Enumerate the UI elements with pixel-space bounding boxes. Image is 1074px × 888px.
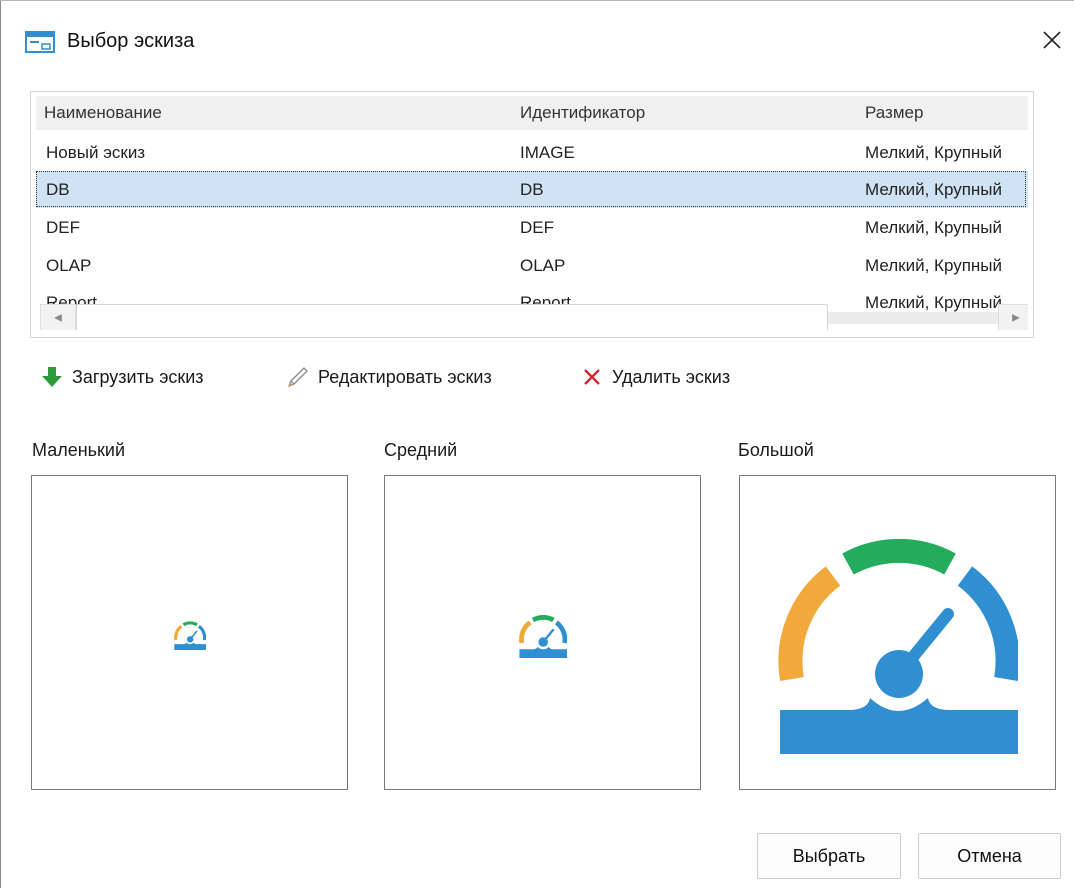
edit-sketch-label: Редактировать эскиз [318, 366, 492, 387]
select-button[interactable]: Выбрать [757, 833, 901, 879]
cell-name: DEF [46, 218, 80, 237]
pencil-icon [288, 367, 308, 387]
load-sketch-label: Загрузить эскиз [72, 366, 204, 387]
delete-sketch-button[interactable]: Удалить эскиз [580, 362, 730, 392]
scroll-left-button[interactable]: ◀ [40, 304, 76, 330]
table-row-selected[interactable]: DB DB Мелкий, Крупный [36, 171, 1028, 208]
cancel-button[interactable]: Отмена [918, 833, 1061, 879]
cell-identifier: OLAP [520, 256, 566, 275]
horizontal-scrollbar-thumb[interactable] [76, 304, 828, 330]
table-row[interactable]: Новый эскиз IMAGE Мелкий, Крупный [36, 134, 1028, 171]
cell-size: Мелкий, Крупный [865, 180, 1003, 199]
window-icon [25, 31, 55, 53]
cell-size: Мелкий, Крупный [865, 256, 1003, 275]
cell-identifier: DEF [520, 218, 554, 237]
cell-name: OLAP [46, 256, 92, 275]
close-icon[interactable] [1040, 28, 1064, 52]
column-header-name[interactable]: Наименование [44, 103, 162, 123]
table-row[interactable]: OLAP OLAP Мелкий, Крупный [36, 247, 1028, 284]
delete-sketch-label: Удалить эскиз [612, 366, 731, 387]
small-preview-label: Маленький [32, 440, 126, 460]
cell-size: Мелкий, Крупный [865, 143, 1003, 162]
chevron-right-icon: ▶ [1012, 312, 1020, 324]
large-preview-label: Большой [738, 440, 814, 460]
medium-preview-label: Средний [384, 440, 458, 460]
cell-size: Мелкий, Крупный [865, 218, 1003, 237]
chevron-left-icon: ◀ [54, 312, 62, 324]
cell-identifier: IMAGE [520, 143, 575, 162]
table-header: Наименование Идентификатор Размер [36, 96, 1028, 130]
cell-name: Новый эскиз [46, 143, 146, 162]
horizontal-scrollbar-track[interactable] [828, 312, 998, 324]
title-bar: Выбор эскиза [0, 0, 1074, 80]
window-title: Выбор эскиза [67, 30, 195, 52]
scroll-right-button[interactable]: ▶ [998, 304, 1028, 330]
edit-sketch-button[interactable]: Редактировать эскиз [286, 362, 492, 392]
speedometer-icon [174, 621, 206, 650]
speedometer-icon [519, 614, 567, 658]
small-preview-frame [31, 475, 348, 790]
cell-name: DB [46, 180, 70, 199]
speedometer-icon [778, 539, 1018, 754]
load-sketch-button[interactable]: Загрузить эскиз [40, 362, 204, 392]
cell-identifier: DB [520, 180, 544, 199]
x-icon [584, 369, 600, 385]
column-header-identifier[interactable]: Идентификатор [520, 103, 645, 123]
medium-preview-frame [384, 475, 701, 790]
large-preview-frame [739, 475, 1056, 790]
column-header-size[interactable]: Размер [865, 103, 923, 123]
arrow-down-icon [42, 367, 62, 387]
table-row[interactable]: DEF DEF Мелкий, Крупный [36, 209, 1028, 246]
sketch-table[interactable]: Наименование Идентификатор Размер Новый … [30, 91, 1034, 338]
